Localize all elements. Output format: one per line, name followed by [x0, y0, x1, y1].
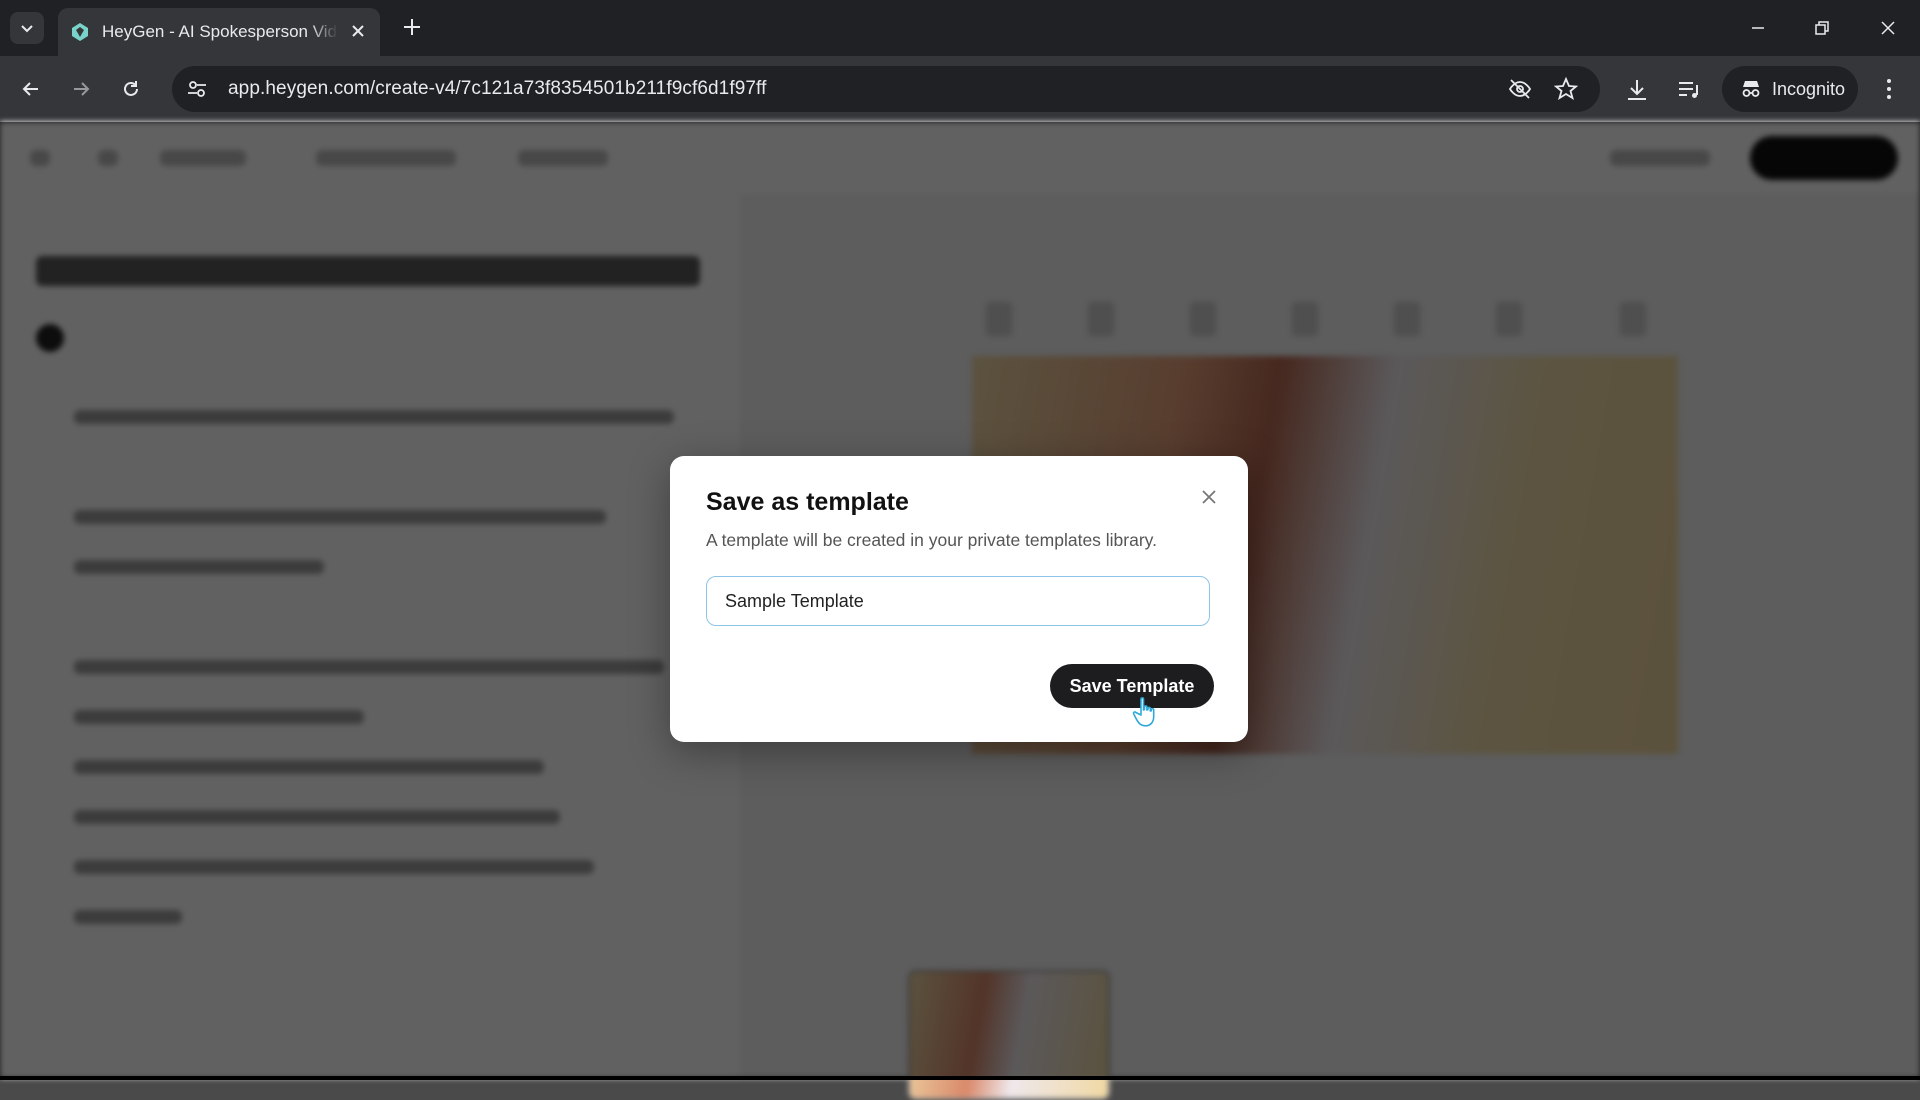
- download-icon[interactable]: [1624, 77, 1650, 103]
- close-icon: [1202, 490, 1216, 504]
- minimize-button[interactable]: [1738, 10, 1778, 46]
- close-icon: [1881, 21, 1895, 35]
- minimize-icon: [1752, 27, 1764, 29]
- eye-off-icon[interactable]: [1508, 77, 1532, 101]
- kebab-icon[interactable]: [1876, 76, 1902, 102]
- browser-tab-strip: HeyGen - AI Spokesperson Video: [0, 0, 1920, 56]
- new-tab-button[interactable]: [396, 12, 428, 44]
- tab-close-button[interactable]: [348, 21, 368, 44]
- browser-toolbar: app.heygen.com/create-v4/7c121a73f835450…: [0, 56, 1920, 122]
- forward-button[interactable]: [64, 72, 98, 106]
- restore-icon: [1815, 21, 1829, 35]
- arrow-left-icon: [22, 82, 38, 96]
- save-template-dialog: Save as template A template will be crea…: [670, 456, 1248, 742]
- restore-button[interactable]: [1802, 10, 1842, 46]
- heygen-logo-icon: [72, 23, 88, 41]
- arrow-right-icon: [74, 82, 90, 96]
- chevron-down-icon: [21, 25, 33, 33]
- close-icon: [352, 24, 364, 37]
- dialog-description: A template will be created in your priva…: [706, 530, 1157, 550]
- dialog-close-button[interactable]: [1194, 482, 1224, 512]
- media-control-icon[interactable]: [1676, 77, 1702, 103]
- site-info-button[interactable]: [186, 77, 210, 101]
- taskbar-edge: [0, 1076, 1920, 1080]
- star-icon[interactable]: [1554, 77, 1578, 101]
- tab-title: HeyGen - AI Spokesperson Video: [102, 22, 338, 41]
- back-button[interactable]: [14, 72, 48, 106]
- reload-icon: [124, 81, 138, 96]
- browser-tab-active[interactable]: HeyGen - AI Spokesperson Video: [58, 8, 380, 56]
- incognito-label: Incognito: [1772, 78, 1846, 99]
- address-bar[interactable]: app.heygen.com/create-v4/7c121a73f835450…: [172, 66, 1600, 112]
- hand-pointer-icon: [1132, 697, 1155, 727]
- dialog-title: Save as template: [706, 488, 909, 516]
- incognito-icon: [1742, 81, 1760, 97]
- window-close-button[interactable]: [1868, 10, 1908, 46]
- template-name-input[interactable]: [706, 576, 1210, 626]
- reload-button[interactable]: [114, 72, 148, 106]
- url-text: app.heygen.com/create-v4/7c121a73f835450…: [228, 78, 767, 99]
- tab-search-button[interactable]: [10, 12, 44, 44]
- plus-icon: [404, 19, 420, 35]
- tune-icon: [188, 81, 206, 97]
- incognito-profile-button[interactable]: Incognito: [1722, 66, 1858, 112]
